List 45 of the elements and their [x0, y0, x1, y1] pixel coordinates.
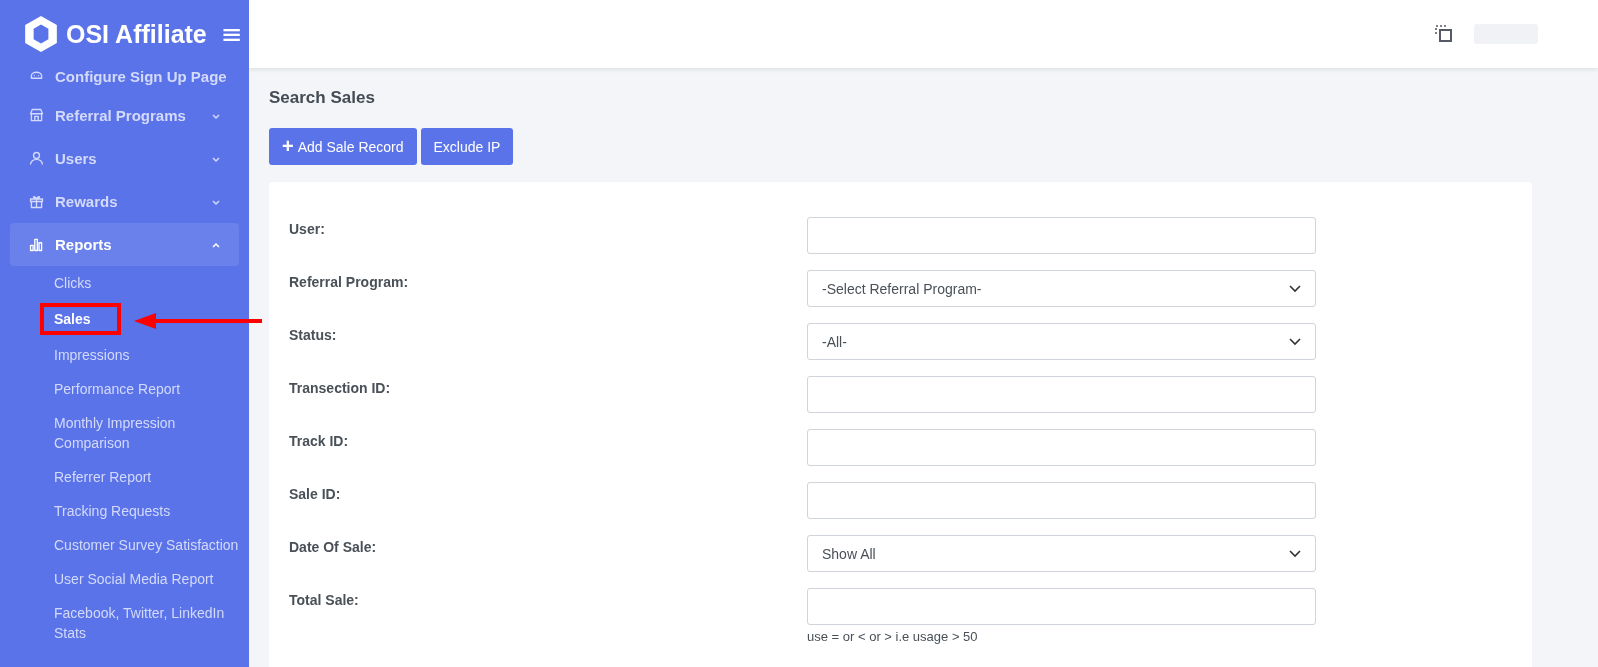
field-label: Referral Program:	[289, 273, 410, 292]
field-label: Track ID:	[289, 432, 350, 451]
select-field[interactable]: -All-	[807, 323, 1316, 360]
store-icon	[28, 107, 45, 124]
menu-button[interactable]: ≡	[214, 19, 243, 49]
chevron-down-icon	[1289, 284, 1301, 293]
bar-chart-icon	[28, 236, 45, 253]
chevron-down-icon	[1289, 549, 1301, 558]
sidebar-subitem[interactable]: User Social Media Report	[54, 569, 214, 589]
input-field[interactable]	[807, 217, 1316, 254]
select-field[interactable]: -Select Referral Program-	[807, 270, 1316, 307]
chevron-down-icon	[1289, 337, 1301, 346]
field-label: Transection ID:	[289, 379, 392, 398]
sidebar-subitem[interactable]: Impressions	[54, 345, 130, 365]
page-title: Search Sales	[269, 88, 376, 108]
gift-icon	[28, 193, 45, 210]
sidebar-subitem[interactable]: Clicks	[54, 273, 92, 293]
field-label: User:	[289, 220, 326, 239]
field-label: Sale ID:	[289, 485, 342, 504]
input-field[interactable]	[807, 429, 1316, 466]
sidebar-subitem[interactable]: Facebook, Twitter, LinkedIn Stats	[54, 603, 239, 643]
sidebar-subitem[interactable]: Performance Report	[54, 379, 181, 399]
sidebar-item[interactable]: Users	[10, 137, 239, 180]
input-field[interactable]	[807, 588, 1316, 625]
fullscreen-icon[interactable]	[1434, 24, 1454, 44]
select-field[interactable]: Show All	[807, 535, 1316, 572]
field-label: Total Sale:	[289, 591, 360, 610]
add-sale-record-button[interactable]: + Add Sale Record	[269, 128, 417, 165]
sidebar-item[interactable]: Configure Sign Up Page	[10, 68, 239, 92]
input-field[interactable]	[807, 482, 1316, 519]
input-field[interactable]	[807, 376, 1316, 413]
sidebar-item[interactable]: Reports	[10, 223, 239, 266]
sidebar-item[interactable]: Rewards	[10, 180, 239, 223]
field-hint: use = or < or > i.e usage > 50	[807, 629, 979, 644]
exclude-ip-button[interactable]: Exclude IP	[420, 128, 514, 165]
sidebar-subitem[interactable]: Monthly Impression Comparison	[54, 413, 239, 453]
sidebar-subitem[interactable]: Customer Survey Satisfaction	[54, 535, 239, 555]
sidebar-item[interactable]: Referral Programs	[10, 94, 239, 137]
brand-name: OSI Affiliate	[66, 19, 207, 49]
sidebar-subitem[interactable]: Tracking Requests	[54, 501, 171, 521]
field-label: Date Of Sale:	[289, 538, 378, 557]
hexagon-logo-icon	[24, 15, 58, 53]
field-label: Status:	[289, 326, 338, 345]
sidebar-subitem[interactable]: Referrer Report	[54, 467, 152, 487]
user-icon	[28, 150, 45, 167]
